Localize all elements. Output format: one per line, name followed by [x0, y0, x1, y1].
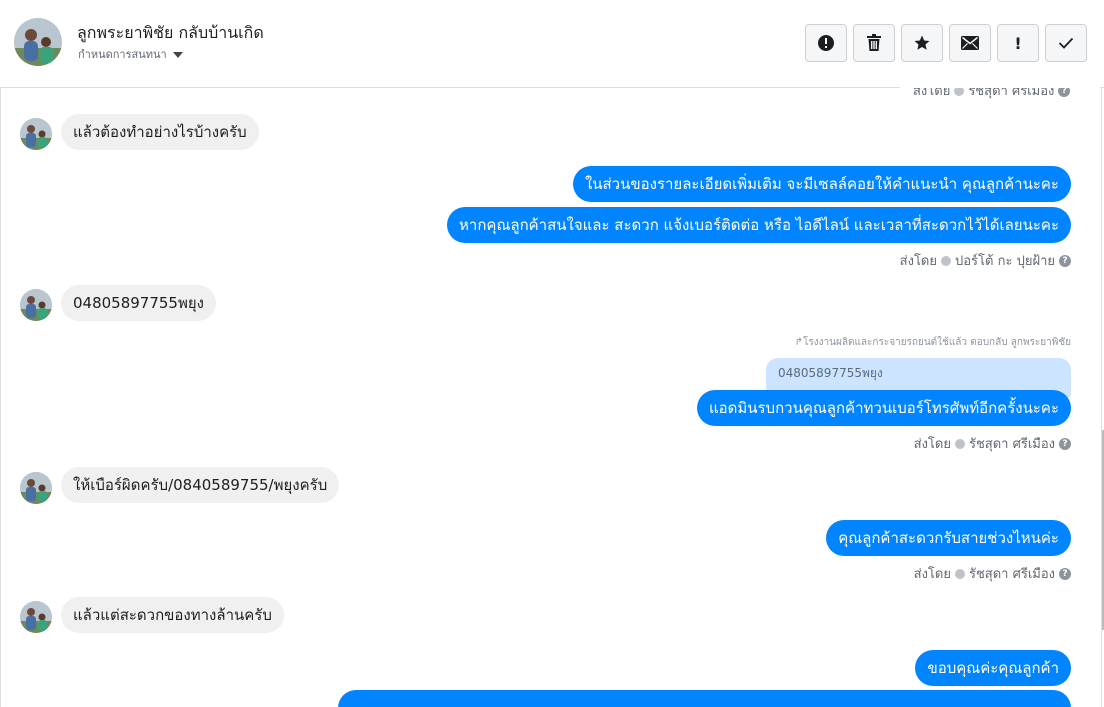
checkmark-icon — [1058, 37, 1074, 49]
caret-down-icon — [172, 51, 183, 58]
outgoing-message[interactable]: ขอบคุณค่ะคุณลูกค้า — [915, 650, 1071, 686]
alert-circle-icon — [818, 35, 834, 51]
envelope-icon — [961, 36, 979, 50]
conversation-header: ลูกพระยาพิชัย กลับบ้านเกิด กำหนดการสนทนา — [0, 0, 1104, 88]
verified-icon — [954, 568, 965, 579]
sent-by-label: ส่งโดย — [913, 567, 951, 582]
mark-unread-button[interactable] — [949, 24, 991, 62]
sent-by-row: ส่งโดย รัชสุดา ศรีเมือง ? — [914, 563, 1071, 584]
exclamation-icon: ! — [1014, 33, 1022, 53]
outgoing-message-partial[interactable] — [338, 690, 1071, 707]
outgoing-message[interactable]: คุณลูกค้าสะดวกรับสายช่วงไหนค่ะ — [826, 520, 1071, 556]
done-button[interactable] — [1045, 24, 1087, 62]
sent-by-label: ส่งโดย — [899, 254, 937, 269]
help-icon[interactable]: ? — [1059, 437, 1071, 450]
assign-conversation-dropdown[interactable]: กำหนดการสนทนา — [78, 45, 183, 63]
sent-by-row: ส่งโดย รัชสุดา ศรีเมือง ? — [914, 433, 1071, 454]
incoming-message[interactable]: 04805897755พยุง — [61, 285, 216, 321]
incoming-message[interactable]: ให้เบือร์ผิดครับ/0840589755/พยุงครับ — [61, 467, 340, 503]
reply-note-text: โรงงานผลิตและกระจายรถยนต์ใช้แล้ว ตอบกลับ… — [803, 337, 1071, 348]
avatar[interactable] — [20, 289, 52, 321]
incoming-message[interactable]: แล้วแต่สะดวกของทางล้านครับ — [61, 597, 284, 633]
sent-by-row: ส่งโดย ปอร์โต้ กะ ปุยฝ้าย ? — [900, 250, 1071, 271]
assign-label: กำหนดการสนทนา — [78, 48, 167, 61]
outgoing-message[interactable]: แอดมินรบกวนคุณลูกค้าทวนเบอร์โทรศัพท์อีกค… — [696, 390, 1071, 426]
help-icon[interactable]: ? — [1059, 254, 1071, 267]
avatar[interactable] — [20, 472, 52, 504]
incoming-message[interactable]: แล้วต้องทำอย่างไรบ้างครับ — [61, 114, 259, 150]
follow-up-button[interactable]: ! — [997, 24, 1039, 62]
avatar[interactable] — [20, 601, 52, 633]
star-button[interactable] — [901, 24, 943, 62]
sender-name[interactable]: ปอร์โต้ กะ ปุยฝ้าย — [955, 250, 1055, 271]
trash-icon — [867, 34, 881, 51]
left-border — [0, 0, 1, 707]
verified-icon — [954, 438, 965, 449]
outgoing-message[interactable]: หากคุณลูกค้าสนใจและ สะดวก แจ้งเบอร์ติดต่… — [447, 207, 1071, 243]
conversation-toolbar: ! — [805, 24, 1087, 62]
verified-icon — [941, 255, 951, 266]
outgoing-message[interactable]: ในส่วนของรายละเอียดเพิ่มเติม จะมีเซลล์คอ… — [572, 166, 1071, 202]
star-icon — [914, 35, 930, 50]
avatar[interactable] — [20, 118, 52, 150]
sent-by-label: ส่งโดย — [913, 437, 951, 452]
help-icon[interactable]: ? — [1059, 567, 1071, 580]
contact-name: ลูกพระยาพิชัย กลับบ้านเกิด — [77, 23, 264, 42]
reply-note: ↱โรงงานผลิตและกระจายรถยนต์ใช้แล้ว ตอบกลั… — [795, 335, 1071, 350]
reply-arrow-icon: ↱ — [794, 337, 804, 348]
delete-button[interactable] — [853, 24, 895, 62]
sender-name[interactable]: รัชสุดา ศรีเมือง — [969, 433, 1055, 454]
sender-name[interactable]: รัชสุดา ศรีเมือง — [969, 563, 1055, 584]
clip-mask — [900, 78, 1100, 88]
spam-button[interactable] — [805, 24, 847, 62]
contact-avatar[interactable] — [14, 18, 62, 66]
